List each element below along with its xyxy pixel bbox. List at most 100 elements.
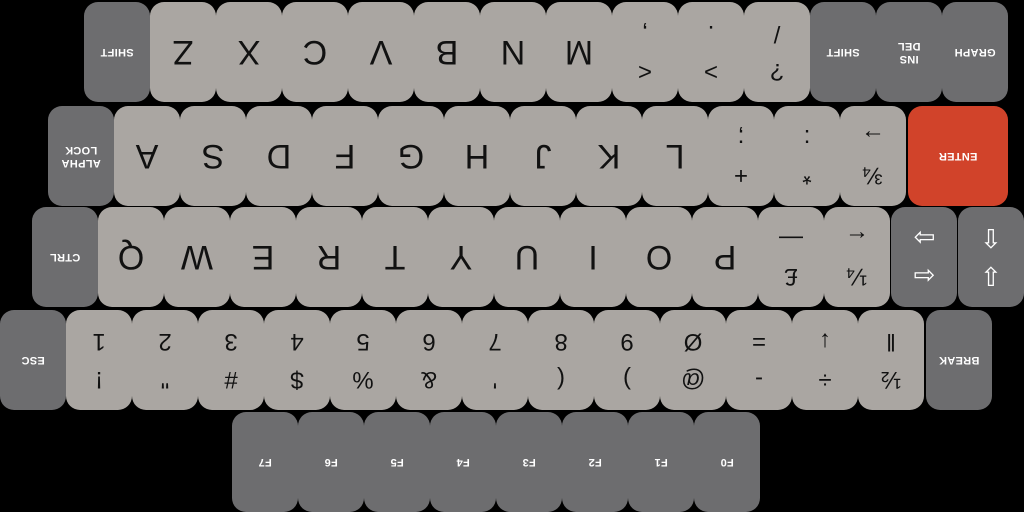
key-v[interactable]: V [348,2,414,102]
key-label: F5 [390,456,404,469]
key-half[interactable]: ½ ‖ [858,310,924,410]
key-4[interactable]: $4 [264,310,330,410]
key-g[interactable]: G [378,106,444,206]
key-divide[interactable]: ÷ ↓ [792,310,858,410]
key-slash[interactable]: ? / [744,2,810,102]
key-l[interactable]: L [642,106,708,206]
key-2[interactable]: " 2 [132,310,198,410]
key-k[interactable]: K [576,106,642,206]
key-quarter[interactable]: ¼ ← [824,207,890,307]
key-shift-symbol: ? [770,58,784,85]
key-semicolon[interactable]: +; [708,106,774,206]
key-letter: R [316,238,342,276]
key-i[interactable]: I [560,207,626,307]
key-f2[interactable]: F2 [562,412,628,512]
key-esc[interactable]: ESC [0,310,66,410]
key-symbol: 6 [422,328,436,355]
key-d[interactable]: D [246,106,312,206]
key-h[interactable]: H [444,106,510,206]
key-j[interactable]: J [510,106,576,206]
key-label: F3 [522,456,536,469]
key-c[interactable]: C [282,2,348,102]
key-0[interactable]: @ Ø [660,310,726,410]
key-symbol: 8 [554,328,568,355]
key-comma[interactable]: <, [612,2,678,102]
key-p[interactable]: P [692,207,758,307]
key-f5[interactable]: F5 [364,412,430,512]
key-7[interactable]: ' 7 [462,310,528,410]
key-graph[interactable]: GRAPH [942,2,1008,102]
key-3[interactable]: #3 [198,310,264,410]
key-f1[interactable]: F1 [628,412,694,512]
key-label: GRAPH [954,46,996,59]
arrow-left-icon: ⇦ [913,261,935,291]
key-symbol: 7 [488,328,502,355]
key-shift-symbol: " [160,366,170,393]
key-label: F4 [456,456,470,469]
key-symbol: → [861,124,885,151]
key-pound[interactable]: £ — [758,207,824,307]
key-shift-symbol: ÷ [818,366,832,393]
key-shift-symbol: $ [290,366,304,393]
key-enter[interactable]: ENTER [908,106,1008,206]
key-cursor-left-right[interactable]: ⇦ ⇨ [891,207,957,307]
key-three-quarter[interactable]: ¾ → [840,106,906,206]
key-9[interactable]: ) 9 [594,310,660,410]
arrow-right-icon: ⇨ [913,223,935,253]
key-colon[interactable]: *: [774,106,840,206]
key-period[interactable]: >. [678,2,744,102]
key-ctrl[interactable]: CTRL [32,207,98,307]
key-shift-symbol: < [638,58,653,85]
key-shift-symbol: & [421,366,438,393]
key-letter: W [180,238,214,276]
key-m[interactable]: M [546,2,612,102]
key-alpha-lock[interactable]: ALPHA LOCK [48,106,114,206]
key-shift-right[interactable]: SHIFT [810,2,876,102]
key-r[interactable]: R [296,207,362,307]
key-label: F0 [720,456,734,469]
key-label: SHIFT [100,46,134,59]
key-del-ins[interactable]: INS DEL [876,2,942,102]
key-t[interactable]: T [362,207,428,307]
key-f6[interactable]: F6 [298,412,364,512]
key-6[interactable]: & 6 [396,310,462,410]
key-f7[interactable]: F7 [232,412,298,512]
key-letter: X [237,33,261,71]
arrow-up-icon: ⇧ [980,223,1002,253]
key-label: INS DEL [897,40,921,65]
key-letter: N [500,33,526,71]
key-f3[interactable]: F3 [496,412,562,512]
key-z[interactable]: Z [150,2,216,102]
key-f4[interactable]: F4 [430,412,496,512]
key-y[interactable]: Y [428,207,494,307]
key-8[interactable]: (8 [528,310,594,410]
key-q[interactable]: Q [98,207,164,307]
key-letter: O [645,238,673,276]
key-symbol: 5 [356,328,370,355]
key-shift-symbol: ' [492,366,498,393]
key-w[interactable]: W [164,207,230,307]
key-letter: U [514,238,540,276]
key-f[interactable]: F [312,106,378,206]
key-break[interactable]: BREAK [926,310,992,410]
key-shift-symbol: ( [557,366,565,393]
key-n[interactable]: N [480,2,546,102]
key-label: CTRL [49,251,81,264]
key-f0[interactable]: F0 [694,412,760,512]
key-e[interactable]: E [230,207,296,307]
key-u[interactable]: U [494,207,560,307]
key-letter: T [384,238,406,276]
key-letter: C [302,33,328,71]
key-5[interactable]: % 5 [330,310,396,410]
key-x[interactable]: X [216,2,282,102]
key-minus-equals[interactable]: - = [726,310,792,410]
key-s[interactable]: S [180,106,246,206]
key-cursor-up-down[interactable]: ⇩ ⇧ [958,207,1024,307]
key-a[interactable]: A [114,106,180,206]
key-letter: Y [449,238,473,276]
key-shift-left[interactable]: SHIFT [84,2,150,102]
key-1[interactable]: ! 1 [66,310,132,410]
key-b[interactable]: B [414,2,480,102]
key-o[interactable]: O [626,207,692,307]
key-symbol: 2 [158,328,172,355]
